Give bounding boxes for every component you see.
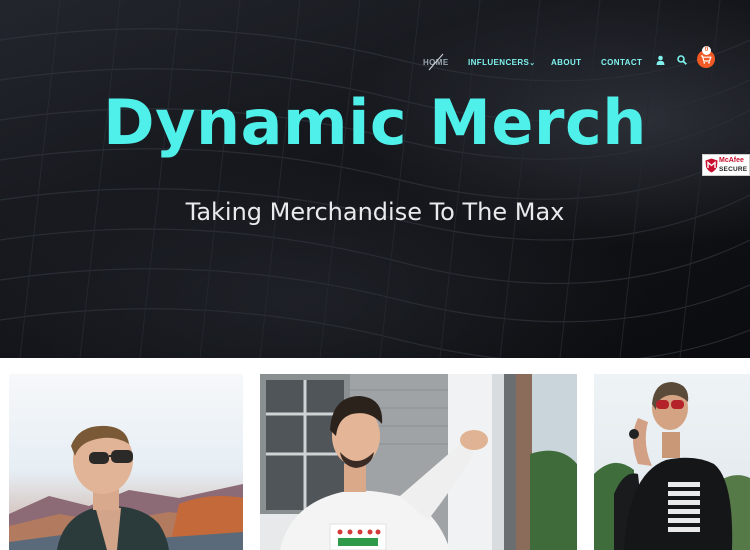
nav-influencers[interactable]: INFLUENCERS⌄ <box>468 58 536 67</box>
hero-title: Dynamic Merch <box>103 86 647 159</box>
search-icon[interactable] <box>677 55 687 65</box>
mcafee-secure-text: SECURE <box>719 166 748 173</box>
mcafee-shield-icon <box>705 158 718 173</box>
user-icon[interactable] <box>656 55 665 65</box>
nav-home[interactable]: HOME <box>423 53 449 71</box>
hero-banner: HOME INFLUENCERS⌄ ABOUT CONTACT 0 Dynami… <box>0 0 750 358</box>
hero-subtitle: Taking Merchandise To The Max <box>185 198 565 226</box>
mcafee-brand-text: McAfee <box>719 157 744 164</box>
cart-count-badge: 0 <box>702 46 711 55</box>
nav-contact-label: CONTACT <box>601 58 643 67</box>
nav-about-label: ABOUT <box>551 58 582 67</box>
influencer-photo-1 <box>9 374 243 550</box>
influencer-photo-3 <box>594 374 750 550</box>
nav-about[interactable]: ABOUT <box>551 58 581 67</box>
main-navigation: HOME INFLUENCERS⌄ ABOUT CONTACT <box>0 52 750 72</box>
influencer-card-3[interactable] <box>594 374 750 550</box>
mcafee-secure-badge[interactable]: McAfee SECURE <box>702 154 750 176</box>
nav-contact[interactable]: CONTACT <box>601 58 642 67</box>
chevron-down-icon: ⌄ <box>529 60 536 67</box>
nav-influencers-label: INFLUENCERS <box>468 58 530 67</box>
influencer-card-2[interactable] <box>260 374 577 550</box>
influencer-card-1[interactable] <box>9 374 243 550</box>
active-slash-indicator <box>428 53 444 71</box>
influencer-photo-2 <box>260 374 577 550</box>
